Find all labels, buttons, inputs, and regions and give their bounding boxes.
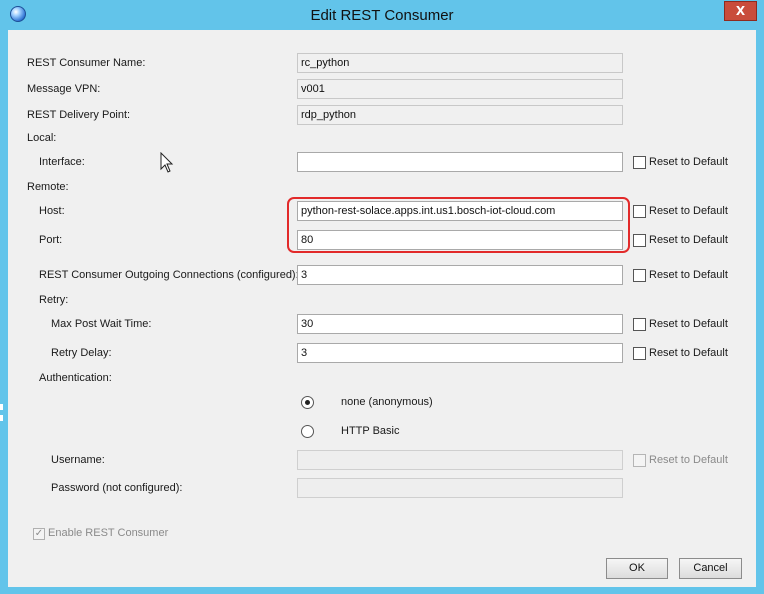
interface-reset-label: Reset to Default [649,156,728,168]
local-section-label: Local: [27,132,57,144]
max-post-wait-time-label: Max Post Wait Time: [51,318,152,330]
auth-none-label: none (anonymous) [341,396,433,408]
auth-none-radio[interactable] [301,396,314,409]
ok-button[interactable]: OK [606,558,668,579]
host-reset-label: Reset to Default [649,205,728,217]
enable-rest-consumer-label: Enable REST Consumer [48,527,169,539]
username-reset-label: Reset to Default [649,454,728,466]
mouse-cursor-icon [160,152,174,173]
dialog-title: Edit REST Consumer [310,7,454,24]
message-vpn-label: Message VPN: [27,83,101,95]
host-label: Host: [39,205,65,217]
port-reset-checkbox[interactable] [633,234,646,247]
window-edge-mark [0,415,3,421]
username-label: Username: [51,454,105,466]
username-input[interactable] [297,450,623,470]
username-reset-checkbox[interactable] [633,454,646,467]
enable-rest-consumer-checkbox[interactable]: ✓ [33,528,45,540]
max-post-wait-time-input[interactable]: 30 [297,314,623,334]
window-edge-mark [0,404,3,410]
rest-delivery-point-field[interactable]: rdp_python [297,105,623,125]
outgoing-connections-label: REST Consumer Outgoing Connections (conf… [39,269,299,281]
title-bar[interactable]: Edit REST Consumer X [0,0,764,30]
retry-delay-input[interactable]: 3 [297,343,623,363]
interface-input[interactable] [297,152,623,172]
interface-reset-checkbox[interactable] [633,156,646,169]
max-post-wait-time-reset-label: Reset to Default [649,318,728,330]
interface-label: Interface: [39,156,85,168]
close-button[interactable]: X [724,1,757,21]
retry-delay-reset-checkbox[interactable] [633,347,646,360]
outgoing-connections-input[interactable]: 3 [297,265,623,285]
auth-http-basic-label: HTTP Basic [341,425,400,437]
password-input[interactable] [297,478,623,498]
port-label: Port: [39,234,63,246]
host-reset-checkbox[interactable] [633,205,646,218]
rest-consumer-name-field[interactable]: rc_python [297,53,623,73]
max-post-wait-time-reset-checkbox[interactable] [633,318,646,331]
outgoing-connections-reset-checkbox[interactable] [633,269,646,282]
message-vpn-field[interactable]: v001 [297,79,623,99]
port-reset-label: Reset to Default [649,234,728,246]
retry-section-label: Retry: [39,294,69,306]
highlight-annotation [287,197,630,253]
authentication-section-label: Authentication: [39,372,112,384]
rest-consumer-name-label: REST Consumer Name: [27,57,146,69]
cancel-button[interactable]: Cancel [679,558,742,579]
retry-delay-reset-label: Reset to Default [649,347,728,359]
rest-delivery-point-label: REST Delivery Point: [27,109,131,121]
outgoing-connections-reset-label: Reset to Default [649,269,728,281]
retry-delay-label: Retry Delay: [51,347,112,359]
radio-selected-dot [305,400,310,405]
window-bottom-border [0,587,764,594]
remote-section-label: Remote: [27,181,69,193]
auth-http-basic-radio[interactable] [301,425,314,438]
password-label: Password (not configured): [51,482,183,494]
